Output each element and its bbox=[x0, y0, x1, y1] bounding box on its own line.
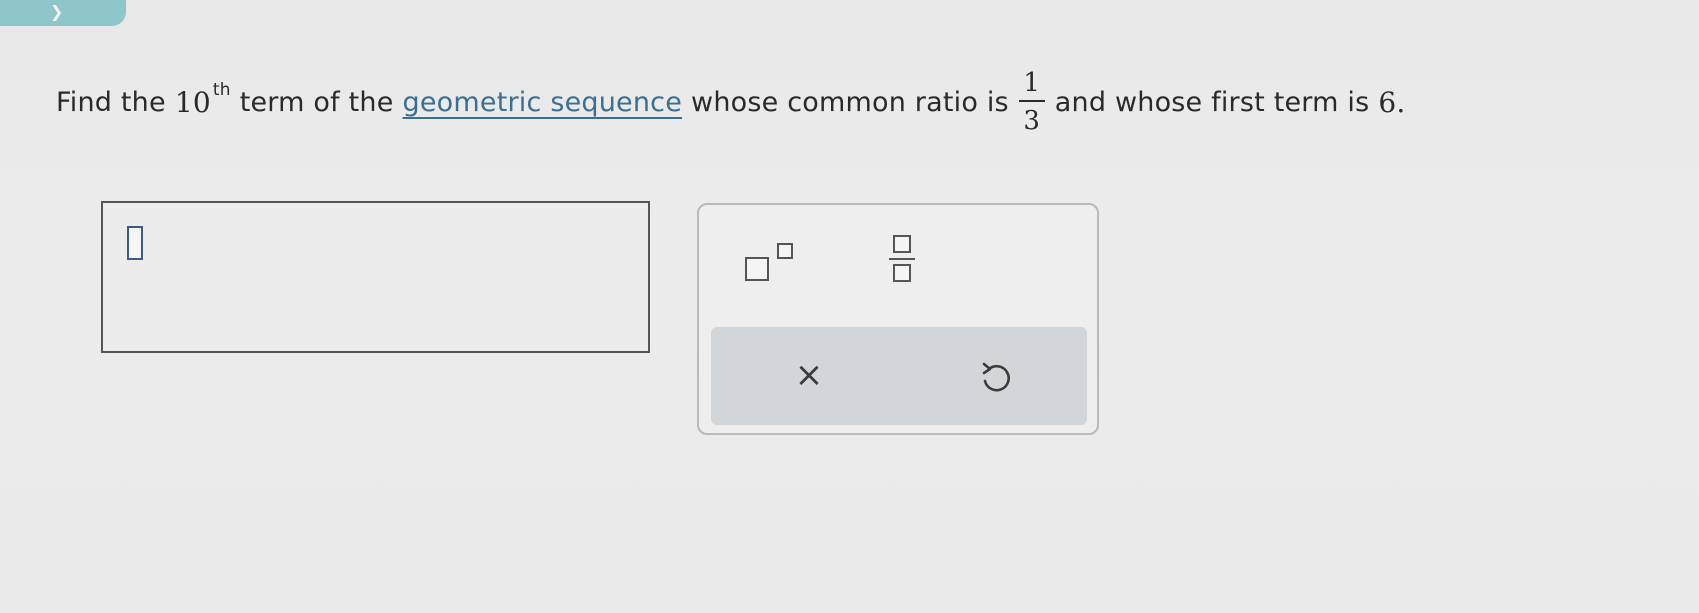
math-palette: × bbox=[697, 203, 1099, 435]
question-text-segment: term of the bbox=[239, 86, 394, 118]
fraction-numerator-box-icon bbox=[893, 235, 911, 253]
ratio-numerator: 1 bbox=[1023, 68, 1041, 98]
input-cursor-box[interactable] bbox=[127, 226, 143, 260]
undo-button[interactable] bbox=[975, 357, 1015, 397]
exponent-base-box-icon bbox=[745, 257, 769, 281]
question-text-segment: and whose first term is bbox=[1054, 86, 1370, 118]
question-text: Find the 10th term of the geometric sequ… bbox=[56, 70, 1406, 134]
ordinal-suffix: th bbox=[212, 80, 231, 100]
exponent-power-box-icon bbox=[777, 243, 793, 259]
clear-button[interactable]: × bbox=[791, 355, 827, 395]
ratio-denominator: 3 bbox=[1023, 106, 1041, 136]
common-ratio-fraction: 1 3 bbox=[1018, 68, 1045, 136]
fraction-line-icon bbox=[889, 258, 915, 260]
top-left-tab[interactable]: ❯ bbox=[0, 0, 126, 26]
chevron-down-icon: ❯ bbox=[50, 2, 64, 21]
exponent-template-button[interactable] bbox=[745, 237, 807, 289]
ordinal-number: 10 bbox=[174, 85, 211, 119]
palette-action-bar: × bbox=[711, 327, 1087, 425]
first-term-value: 6 bbox=[1378, 85, 1397, 119]
answer-input[interactable] bbox=[101, 201, 650, 353]
geometric-sequence-link[interactable]: geometric sequence bbox=[403, 87, 683, 118]
undo-icon bbox=[982, 362, 1010, 392]
fraction-template-button[interactable] bbox=[887, 231, 917, 293]
question-prefix: Find the bbox=[56, 86, 166, 118]
question-text-segment: whose common ratio is bbox=[691, 86, 1009, 118]
question-period: . bbox=[1396, 85, 1406, 119]
fraction-denominator-box-icon bbox=[893, 264, 911, 282]
